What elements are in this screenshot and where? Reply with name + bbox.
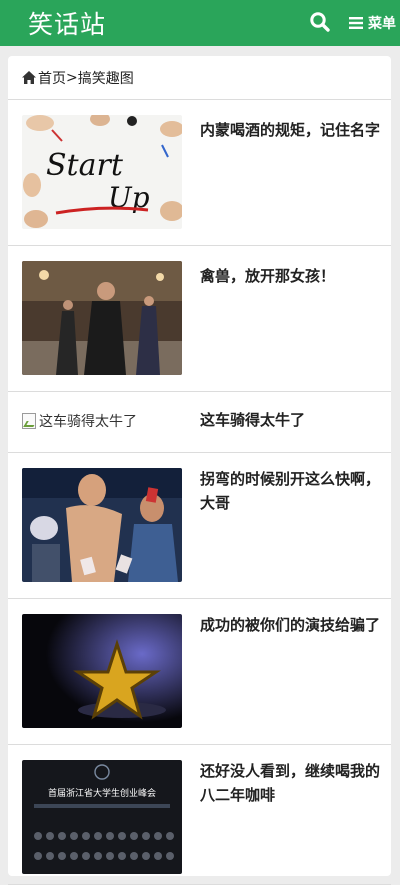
item-thumbnail[interactable]: Start Up bbox=[22, 115, 182, 229]
item-title[interactable]: 还好没人看到，继续喝我的八二年咖啡 bbox=[200, 759, 380, 807]
hamburger-icon bbox=[349, 17, 363, 29]
item-title[interactable]: 内蒙喝酒的规矩，记住名字 bbox=[200, 118, 380, 142]
breadcrumb-current[interactable]: 搞笑趣图 bbox=[78, 68, 134, 88]
content-card: 首页 > 搞笑趣图 Start Up 内蒙喝酒的规矩，记住名字 禽兽，放开那女孩… bbox=[8, 56, 391, 885]
site-logo[interactable]: 笑话站 bbox=[28, 5, 106, 41]
list-item[interactable]: 首届浙江省大学生创业峰会 还好没人看到，继续喝我的八二年咖啡 bbox=[8, 745, 391, 885]
list-item[interactable]: 拐弯的时候别开这么快啊，大哥 bbox=[8, 453, 391, 599]
item-thumbnail-broken[interactable]: 这车骑得太牛了 bbox=[22, 411, 137, 431]
poster-title-text: 首届浙江省大学生创业峰会 bbox=[48, 787, 156, 799]
top-navbar: 笑话站 菜单 bbox=[0, 0, 400, 46]
start-text: Start bbox=[46, 148, 124, 183]
menu-button[interactable]: 菜单 bbox=[349, 11, 396, 35]
item-title[interactable]: 拐弯的时候别开这么快啊，大哥 bbox=[200, 467, 380, 515]
list-item[interactable]: 成功的被你们的演技给骗了 bbox=[8, 599, 391, 745]
breadcrumb-home[interactable]: 首页 bbox=[38, 68, 66, 88]
menu-label: 菜单 bbox=[368, 16, 396, 32]
item-thumbnail[interactable] bbox=[22, 261, 182, 375]
home-icon bbox=[22, 71, 36, 84]
breadcrumb-separator: > bbox=[66, 69, 78, 86]
item-thumbnail[interactable] bbox=[22, 468, 182, 582]
search-icon[interactable] bbox=[309, 11, 333, 35]
item-thumbnail[interactable] bbox=[22, 614, 182, 728]
image-alt-text: 这车骑得太牛了 bbox=[39, 414, 137, 430]
item-title[interactable]: 这车骑得太牛了 bbox=[200, 408, 380, 432]
item-title[interactable]: 禽兽，放开那女孩！ bbox=[200, 264, 380, 288]
list-item[interactable]: Start Up 内蒙喝酒的规矩，记住名字 bbox=[8, 100, 391, 246]
list-item[interactable]: 禽兽，放开那女孩！ bbox=[8, 246, 391, 392]
broken-image-icon bbox=[22, 413, 36, 429]
list-item[interactable]: 这车骑得太牛了 这车骑得太牛了 bbox=[8, 392, 391, 453]
breadcrumb: 首页 > 搞笑趣图 bbox=[8, 56, 391, 100]
item-thumbnail[interactable]: 首届浙江省大学生创业峰会 bbox=[22, 760, 182, 874]
item-title[interactable]: 成功的被你们的演技给骗了 bbox=[200, 613, 380, 637]
